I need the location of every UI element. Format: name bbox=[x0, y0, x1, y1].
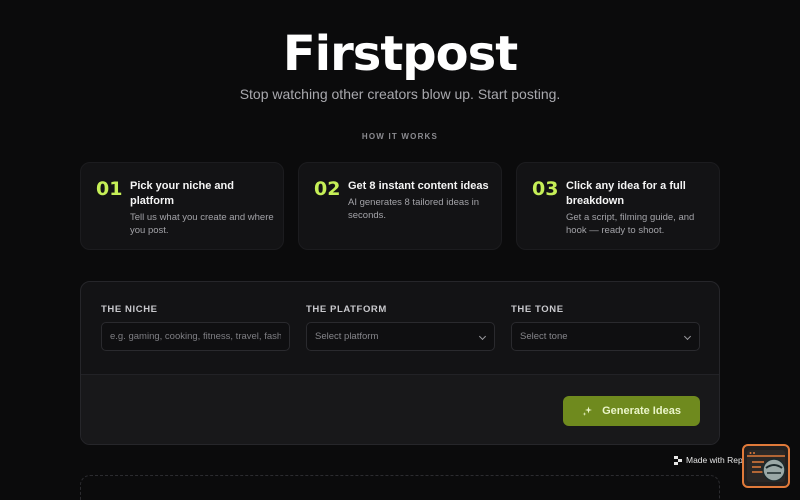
page: Firstpost Stop watching other creators b… bbox=[0, 0, 800, 500]
platform-select[interactable]: Select platform bbox=[306, 322, 495, 351]
form-fields: THE NICHE THE PLATFORM Select platform T… bbox=[81, 282, 719, 375]
chevron-down-icon bbox=[478, 332, 487, 341]
step-number: 01 bbox=[96, 178, 123, 200]
page-title: Firstpost bbox=[282, 26, 518, 82]
step-description: AI generates 8 tailored ideas in seconds… bbox=[348, 197, 479, 221]
chat-widget-button[interactable] bbox=[742, 444, 790, 488]
tone-select[interactable]: Select tone bbox=[511, 322, 700, 351]
generate-ideas-button[interactable]: Generate Ideas bbox=[563, 396, 700, 426]
form-actions: Generate Ideas bbox=[81, 375, 719, 444]
step-title: Click any idea for a full breakdown bbox=[566, 180, 686, 207]
step-card-3: 03 Click any idea for a full breakdown G… bbox=[516, 162, 720, 250]
page-subtitle: Stop watching other creators blow up. St… bbox=[239, 86, 561, 102]
niche-input[interactable] bbox=[101, 322, 290, 351]
badge-label: Made with Replit bbox=[686, 455, 749, 465]
step-description: Tell us what you create and where you po… bbox=[130, 212, 274, 236]
tone-label: THE TONE bbox=[511, 304, 564, 315]
tone-field: THE TONE Select tone bbox=[511, 304, 700, 351]
step-card-1: 01 Pick your niche and platform Tell us … bbox=[80, 162, 284, 250]
platform-select-value: Select platform bbox=[315, 331, 379, 342]
step-number: 03 bbox=[532, 178, 559, 200]
how-it-works-heading: HOW IT WORKS bbox=[361, 132, 439, 141]
step-number: 02 bbox=[314, 178, 341, 200]
results-placeholder bbox=[80, 475, 720, 500]
step-title: Get 8 instant content ideas bbox=[348, 180, 489, 192]
tone-select-value: Select tone bbox=[520, 331, 568, 342]
chevron-down-icon bbox=[683, 332, 692, 341]
step-title: Pick your niche and platform bbox=[130, 180, 234, 207]
step-description: Get a script, filming guide, and hook — … bbox=[566, 212, 695, 236]
step-card-2: 02 Get 8 instant content ideas AI genera… bbox=[298, 162, 502, 250]
platform-label: THE PLATFORM bbox=[306, 304, 387, 315]
sparkles-icon bbox=[582, 406, 593, 417]
niche-label: THE NICHE bbox=[101, 304, 158, 315]
platform-field: THE PLATFORM Select platform bbox=[306, 304, 495, 351]
niche-field: THE NICHE bbox=[101, 304, 290, 351]
generate-ideas-label: Generate Ideas bbox=[602, 405, 681, 417]
idea-form: THE NICHE THE PLATFORM Select platform T… bbox=[80, 281, 720, 445]
chat-widget-icon bbox=[747, 450, 786, 482]
steps-section: 01 Pick your niche and platform Tell us … bbox=[80, 162, 720, 252]
replit-logo-icon bbox=[674, 455, 682, 465]
